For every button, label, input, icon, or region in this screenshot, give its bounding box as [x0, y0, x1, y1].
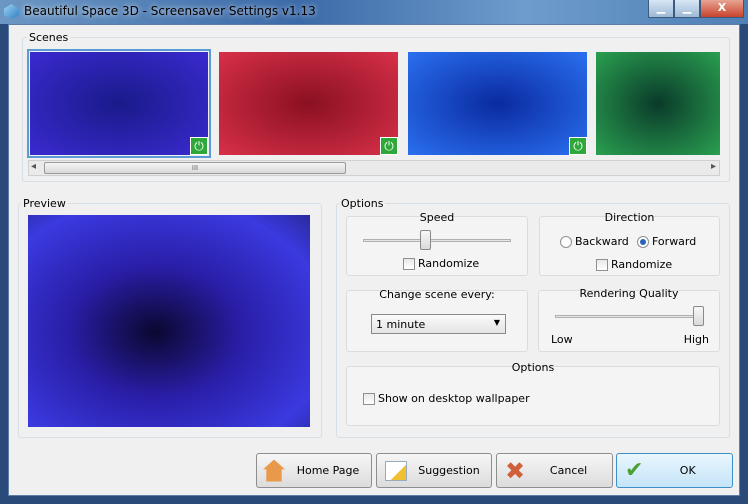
ok-button[interactable]: ✔ OK [616, 453, 733, 488]
minimize-button[interactable]: ▁ [674, 0, 700, 18]
quality-track [555, 315, 703, 318]
window-title: Beautiful Space 3D - Screensaver Setting… [24, 4, 316, 18]
scene-thumbnail[interactable]: ⏻ [219, 52, 398, 155]
scenes-label: Scenes [27, 31, 71, 44]
scene-thumbnail[interactable]: ⏻ [27, 49, 211, 158]
cancel-button[interactable]: ✖ Cancel [496, 453, 613, 488]
power-icon[interactable]: ⏻ [380, 137, 398, 155]
checkmark-icon: ✔ [625, 458, 644, 483]
backward-radio[interactable]: Backward [560, 235, 629, 248]
checkbox[interactable] [363, 393, 375, 405]
direction-box: Direction Backward Forward Randomize [539, 211, 720, 276]
direction-randomize[interactable]: Randomize [596, 258, 672, 271]
scroll-left-icon[interactable]: ◂ [31, 161, 36, 172]
preview-image [28, 215, 310, 427]
options-label: Options [339, 197, 386, 210]
note-pencil-icon [385, 460, 407, 481]
suggestion-button[interactable]: Suggestion [376, 453, 492, 488]
minimize-button-alt[interactable]: ▁ [648, 0, 674, 18]
change-scene-box: Change scene every: 1 minute ▼ [346, 288, 528, 352]
scroll-thumb[interactable]: III [44, 162, 346, 174]
forward-radio[interactable]: Forward [637, 235, 696, 248]
speed-slider[interactable] [420, 230, 432, 250]
quality-high-label: High [683, 333, 709, 346]
quality-label: Rendering Quality [579, 287, 679, 300]
direction-label: Direction [604, 211, 655, 224]
chevron-down-icon: ▼ [493, 318, 500, 327]
preview-label: Preview [21, 197, 68, 210]
scroll-right-icon[interactable]: ▸ [711, 161, 716, 172]
scene-thumbnail[interactable]: ⏻ [408, 52, 587, 155]
rendering-quality-box: Rendering Quality Low High [538, 287, 720, 352]
home-page-button[interactable]: Home Page [256, 453, 372, 488]
close-button[interactable]: X [700, 0, 744, 18]
extra-options-box: Options Show on desktop wallpaper [346, 361, 720, 426]
wallpaper-checkbox[interactable]: Show on desktop wallpaper [363, 392, 530, 405]
scene-thumbnail[interactable] [596, 52, 720, 155]
extra-options-label: Options [511, 361, 555, 374]
power-icon[interactable]: ⏻ [190, 137, 208, 155]
power-icon[interactable]: ⏻ [569, 137, 587, 155]
cancel-x-icon: ✖ [505, 456, 526, 485]
checkbox[interactable] [403, 258, 415, 270]
speed-label: Speed [419, 211, 455, 224]
change-scene-label: Change scene every: [379, 288, 495, 301]
radio[interactable] [637, 236, 649, 248]
speed-track [363, 239, 511, 242]
quality-slider[interactable] [693, 306, 704, 326]
home-icon [263, 459, 285, 482]
checkbox[interactable] [596, 259, 608, 271]
radio[interactable] [560, 236, 572, 248]
scenes-scrollbar[interactable]: ◂ III ▸ [28, 160, 720, 176]
change-scene-dropdown[interactable]: 1 minute ▼ [371, 314, 506, 334]
quality-low-label: Low [551, 333, 573, 346]
speed-randomize[interactable]: Randomize [403, 257, 479, 270]
speed-box: Speed Randomize [346, 211, 528, 276]
